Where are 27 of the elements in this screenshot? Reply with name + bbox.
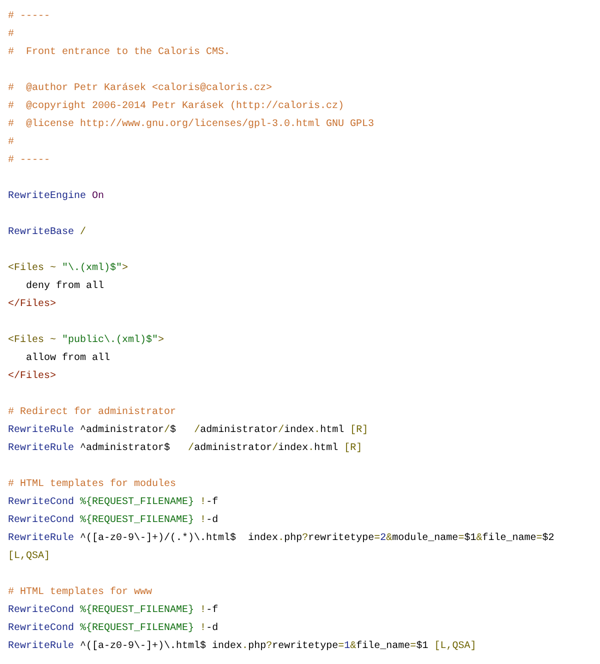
code-line: </Files> [8,298,56,312]
code-line: RewriteRule ^([a-z0-9\-]+)/(.*)\.html$ index.php?rewritetype=2&module_name=$1&file_name=$2 [L,QSA] [8,532,556,564]
code-line: allow from all [25,352,110,366]
code-line: RewriteRule ^([a-z0-9\-]+)\.html$ index.php?rewritetype=1&file_name=$1 [L,QSA] [8,640,476,654]
code-line: RewriteCond %{REQUEST_FILENAME} !-f [8,604,218,618]
code-line: # Redirect for administrator [8,406,176,420]
code-line: RewriteCond %{REQUEST_FILENAME} !-d [8,514,218,528]
code-line: # @author Petr Karásek <caloris@caloris.cz> [8,82,272,96]
code-line: RewriteRule ^administrator/$ /administrator/index.html [R] [8,424,368,438]
code-line: # @copyright 2006-2014 Petr Karásek (http://caloris.cz) [8,100,344,114]
code-line: # @license http://www.gnu.org/licenses/gpl-3.0.html GNU GPL3 [8,118,374,132]
code-line: # ----- [8,10,50,24]
code-line: # [8,136,14,150]
code-line: <Files ~ "\.(xml)$"> [8,262,128,276]
code-line: RewriteRule ^administrator$ /administrator/index.html [R] [8,442,362,456]
code-line: # HTML templates for modules [8,478,176,492]
code-line: # ----- [8,154,50,168]
code-line: deny from all [25,280,104,294]
code-line: RewriteEngine On [8,190,104,204]
code-line: RewriteBase / [8,226,86,240]
code-line: # HTML templates for www [8,586,152,600]
code-line: <Files ~ "public\.(xml)$"> [8,334,164,348]
code-line: RewriteCond %{REQUEST_FILENAME} !-f [8,496,218,510]
code-line: # Front entrance to the Caloris CMS. [8,46,230,60]
code-line: # [8,28,14,42]
code-line: RewriteCond %{REQUEST_FILENAME} !-d [8,622,218,636]
code-line: </Files> [8,370,56,384]
